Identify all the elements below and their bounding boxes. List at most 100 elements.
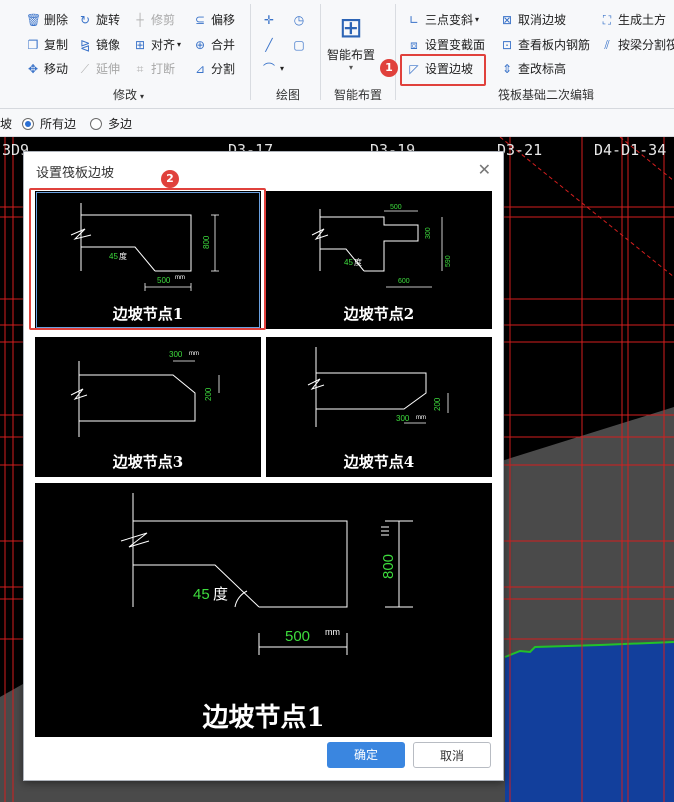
tile2-top: 500: [390, 204, 402, 211]
tile4-height: 200: [433, 397, 442, 411]
copy-button[interactable]: ❐ 复制: [26, 35, 68, 55]
arc-icon: ⌒: [262, 62, 275, 76]
tile-1-highlight: [29, 188, 266, 330]
preview-width: 500: [285, 628, 310, 645]
tile3-width: 300: [169, 350, 183, 359]
tile3-height: 200: [204, 387, 213, 401]
rotate-button[interactable]: ↻ 旋转: [78, 10, 120, 30]
group-separator: [395, 4, 396, 100]
tile2-height: 590: [445, 255, 452, 267]
tile2-angle: 45: [344, 258, 353, 267]
all-edges-radio[interactable]: 所有边: [22, 115, 76, 132]
circle-icon: ◷: [293, 13, 305, 27]
line-icon: ╱: [265, 38, 273, 52]
smart-layout-button[interactable]: ⊞ 智能布置 ▾: [325, 10, 377, 72]
elevation-icon: ⇕: [501, 62, 513, 76]
split-icon: ⊿: [194, 62, 206, 76]
trim-button[interactable]: ┼ 修剪: [133, 10, 175, 30]
rebar-icon: ⊡: [501, 38, 513, 52]
offset-button[interactable]: ⊆ 偏移: [193, 10, 235, 30]
break-button[interactable]: ⌗ 打断: [133, 59, 175, 79]
extend-icon: ⟋: [80, 62, 90, 76]
step-badge-2: 2: [161, 170, 179, 188]
axis-label-e: D4-D1-34: [594, 141, 667, 159]
slope-node-3-label: 边坡节点3: [112, 453, 184, 471]
view-rebar-button[interactable]: ⊡ 查看板内钢筋: [500, 35, 590, 55]
group-separator: [320, 4, 321, 100]
trim-icon: ┼: [136, 13, 144, 27]
trash-icon: 🗑: [26, 13, 42, 27]
split-beam-icon: ⫽: [604, 38, 610, 52]
move-button[interactable]: ✥ 移动: [26, 59, 68, 79]
rotate-icon: ↻: [79, 13, 91, 27]
mirror-icon: ⧎: [79, 38, 91, 52]
ok-button[interactable]: 确定: [327, 742, 405, 768]
modify-group-label[interactable]: 修改 ▾: [113, 86, 144, 103]
slope-node-2-label: 边坡节点2: [343, 305, 415, 323]
earthwork-icon: ⛶: [602, 13, 612, 27]
offset-icon: ⊆: [194, 13, 206, 27]
slope-node-4-label: 边坡节点4: [343, 453, 415, 471]
chevron-down-icon: ▾: [475, 15, 480, 24]
step-badge-1: 1: [380, 59, 398, 77]
ribbon-toolbar: 🗑 删除 ↻ 旋转 ┼ 修剪 ⊆ 偏移 ❐ 复制 ⧎ 镜像 ⊞ 对齐 ▾ ⊕ 合并 ✥ 移动 ⟋ 延伸…: [0, 0, 674, 109]
point-tool[interactable]: ✛: [262, 10, 280, 30]
slope-preview-panel: 45 度 500 mm 800 边坡节点1: [35, 483, 492, 737]
options-bar: 坡 所有边 多边: [0, 109, 674, 137]
rectangle-icon: ▢: [293, 38, 305, 52]
raft-group-label: 筏板基础二次编辑: [498, 88, 595, 102]
tile4-unit: mm: [416, 415, 426, 421]
break-icon: ⌗: [136, 62, 144, 76]
section-icon: ⧈: [410, 38, 418, 52]
align-button[interactable]: ⊞ 对齐 ▾: [133, 35, 181, 55]
set-raft-slope-dialog: 设置筏板边坡 ✕ 2 45 度 500 mm 800 边坡节点1 500 300…: [23, 151, 504, 781]
delete-button[interactable]: 🗑 删除: [26, 10, 68, 30]
preview-unit: mm: [325, 627, 340, 637]
tile2-angle-unit: 度: [354, 257, 362, 267]
merge-icon: ⊕: [194, 38, 206, 52]
radio-selected-icon: [22, 117, 34, 130]
slope-node-2-tile[interactable]: 500 300 590 45 度 600 边坡节点2: [266, 191, 492, 329]
edit-elevation-button[interactable]: ⇕ 查改标高: [500, 59, 566, 79]
smart-layout-group-label: 智能布置: [334, 88, 383, 102]
rect-tool[interactable]: ▢: [292, 35, 310, 55]
extend-button[interactable]: ⟋ 延伸: [78, 59, 120, 79]
chevron-down-icon: ▾: [140, 92, 145, 101]
chevron-down-icon: ▾: [177, 40, 182, 49]
line-tool[interactable]: ╱: [262, 35, 280, 55]
generate-earthwork-button[interactable]: ⛶ 生成土方: [600, 10, 666, 30]
align-icon: ⊞: [134, 38, 146, 52]
smart-layout-icon: ⊞: [339, 11, 363, 44]
group-separator: [250, 4, 251, 100]
tile2-mid: 300: [425, 227, 432, 239]
chevron-down-icon: ▾: [280, 64, 285, 73]
set-section-button[interactable]: ⧈ 设置变截面: [407, 35, 485, 55]
radio-empty-icon: [90, 117, 102, 130]
blue-region: [505, 642, 674, 802]
set-slope-highlight: [400, 54, 486, 86]
split-button[interactable]: ⊿ 分割: [193, 59, 235, 79]
chevron-down-icon: ▾: [348, 63, 353, 72]
three-point-slope-button[interactable]: ∟ 三点变斜 ▾: [407, 10, 479, 30]
copy-icon: ❐: [27, 38, 39, 52]
move-icon: ✥: [27, 62, 39, 76]
draw-group-label: 绘图: [276, 88, 301, 102]
tile3-unit: mm: [189, 351, 199, 357]
merge-button[interactable]: ⊕ 合并: [193, 35, 235, 55]
slope-node-3-tile[interactable]: 300 mm 200 边坡节点3: [35, 337, 261, 477]
arc-tool[interactable]: ⌒ ▾: [262, 59, 284, 79]
partial-label: 坡: [0, 117, 13, 131]
mirror-button[interactable]: ⧎ 镜像: [78, 35, 120, 55]
circle-tool[interactable]: ◷: [292, 10, 310, 30]
cancel-slope-button[interactable]: ⊠ 取消边坡: [500, 10, 566, 30]
preview-height: 800: [380, 554, 397, 579]
dialog-title: 设置筏板边坡: [36, 166, 115, 181]
slope-node-4-tile[interactable]: 300 mm 200 边坡节点4: [266, 337, 492, 477]
preview-label: 边坡节点1: [202, 703, 325, 733]
tile4-width: 300: [396, 414, 410, 423]
close-icon[interactable]: ✕: [478, 160, 491, 179]
multi-edges-radio[interactable]: 多边: [90, 115, 132, 132]
slope-icon: ∟: [408, 13, 420, 27]
cancel-button[interactable]: 取消: [413, 742, 491, 768]
split-by-beam-button[interactable]: ⫽ 按梁分割筏: [600, 35, 674, 55]
